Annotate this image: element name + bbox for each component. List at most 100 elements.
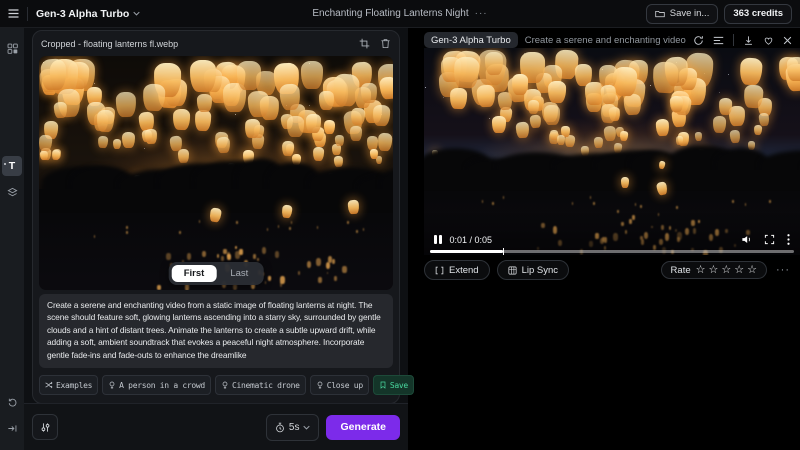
scene-art bbox=[356, 230, 358, 233]
more-options-button[interactable]: ··· bbox=[776, 264, 790, 276]
extend-label: Extend bbox=[449, 265, 479, 276]
duration-selector[interactable]: 5s bbox=[266, 414, 320, 441]
scene-art bbox=[515, 121, 528, 137]
examples-button[interactable]: Examples bbox=[39, 375, 98, 395]
scene-art bbox=[377, 133, 392, 152]
scene-art bbox=[253, 254, 256, 258]
reuse-settings-icon[interactable] bbox=[693, 35, 704, 46]
scene-art bbox=[179, 231, 181, 234]
star-icon[interactable]: ☆ bbox=[696, 265, 706, 276]
keyframe-tab-first[interactable]: First bbox=[172, 265, 217, 282]
details-list-icon[interactable] bbox=[713, 36, 724, 45]
folder-icon bbox=[655, 9, 665, 18]
scene-art bbox=[650, 85, 651, 86]
header-divider bbox=[27, 7, 28, 21]
scene-art bbox=[235, 114, 236, 115]
credits-label: 363 credits bbox=[733, 8, 783, 19]
fullscreen-icon[interactable] bbox=[764, 234, 775, 245]
scene-art bbox=[334, 156, 343, 168]
scene-art bbox=[695, 132, 703, 141]
scene-art bbox=[713, 116, 727, 133]
lip-sync-button[interactable]: Lip Sync bbox=[497, 260, 569, 280]
scene-art bbox=[221, 256, 224, 261]
scene-art bbox=[328, 256, 332, 263]
input-image-preview[interactable]: First Last bbox=[39, 56, 393, 290]
download-icon[interactable] bbox=[743, 35, 754, 46]
duration-value: 5s bbox=[289, 422, 300, 433]
sidebar-collapse-button[interactable] bbox=[2, 419, 22, 439]
scene-art bbox=[350, 108, 365, 126]
scene-art bbox=[173, 109, 190, 130]
star-icon[interactable]: ☆ bbox=[721, 265, 731, 276]
scene-art bbox=[787, 57, 800, 81]
lightbulb-icon bbox=[316, 381, 324, 389]
lightbulb-icon bbox=[108, 381, 116, 389]
input-card: Cropped - floating lanterns fl.webp Firs… bbox=[32, 30, 400, 404]
settings-button[interactable] bbox=[32, 414, 58, 440]
model-selector[interactable]: Gen-3 Alpha Turbo bbox=[36, 8, 140, 20]
scene-art bbox=[223, 249, 226, 254]
sidebar-item-text-tool[interactable]: T bbox=[2, 156, 22, 176]
composer-panel: Cropped - floating lanterns fl.webp Firs… bbox=[24, 27, 408, 450]
player-controls: 0:01 / 0:05 bbox=[424, 209, 800, 255]
keyframe-toggle: First Last bbox=[169, 262, 264, 285]
scene-art bbox=[122, 132, 135, 149]
app-window: Gen-3 Alpha Turbo Enchanting Floating La… bbox=[0, 0, 800, 450]
scene-art bbox=[313, 147, 325, 162]
video-progress-bar[interactable] bbox=[430, 250, 794, 253]
save-prompt-button[interactable]: Save bbox=[373, 375, 414, 395]
scene-art bbox=[565, 135, 576, 148]
generation-bar: 5s Generate bbox=[24, 403, 408, 450]
scene-art bbox=[477, 85, 496, 108]
scene-art bbox=[318, 277, 322, 283]
close-icon[interactable] bbox=[783, 36, 792, 45]
star-icon[interactable]: ☆ bbox=[734, 265, 744, 276]
video-player[interactable]: 0:01 / 0:05 bbox=[424, 48, 800, 255]
suggestion-chip-close-up[interactable]: Close up bbox=[310, 375, 369, 395]
chip-label: Examples bbox=[56, 381, 92, 390]
save-in-button[interactable]: Save in... bbox=[646, 4, 719, 24]
scene-art bbox=[590, 196, 592, 199]
volume-icon[interactable] bbox=[741, 234, 752, 245]
star-icon[interactable]: ☆ bbox=[747, 265, 757, 276]
sidebar-item-assets[interactable] bbox=[2, 38, 22, 58]
session-title-menu[interactable]: ··· bbox=[475, 8, 488, 19]
keyframe-tab-last[interactable]: Last bbox=[218, 265, 260, 282]
scene-art bbox=[287, 116, 304, 137]
star-icon[interactable]: ☆ bbox=[709, 265, 719, 276]
scene-art bbox=[244, 119, 260, 138]
scene-art bbox=[530, 115, 542, 129]
output-prompt-preview: Create a serene and enchanting video fro… bbox=[525, 35, 686, 46]
hamburger-icon[interactable] bbox=[8, 9, 19, 18]
scene-art bbox=[289, 227, 291, 230]
model-badge[interactable]: Gen-3 Alpha Turbo bbox=[424, 32, 518, 48]
scene-art bbox=[769, 200, 771, 203]
prompt-input[interactable]: Create a serene and enchanting video fro… bbox=[39, 294, 393, 368]
scene-art bbox=[619, 131, 628, 141]
heart-icon[interactable] bbox=[763, 35, 774, 46]
suggestion-chip-person-in-crowd[interactable]: A person in a crowd bbox=[102, 375, 211, 395]
model-selector-label: Gen-3 Alpha Turbo bbox=[36, 8, 129, 20]
scene-art bbox=[298, 271, 301, 275]
crop-icon[interactable] bbox=[359, 38, 370, 49]
sidebar-item-layers[interactable] bbox=[2, 182, 22, 202]
generate-button[interactable]: Generate bbox=[326, 415, 400, 440]
scene-art bbox=[142, 83, 165, 111]
scene-art bbox=[600, 84, 617, 104]
shuffle-icon bbox=[45, 381, 53, 389]
extend-button[interactable]: Extend bbox=[424, 260, 490, 280]
sidebar-item-history[interactable] bbox=[2, 393, 22, 413]
scene-art bbox=[600, 104, 616, 124]
kebab-icon[interactable] bbox=[787, 234, 790, 245]
trash-icon[interactable] bbox=[380, 38, 391, 49]
credits-button[interactable]: 363 credits bbox=[724, 4, 792, 24]
suggestion-chip-cinematic-drone[interactable]: Cinematic drone bbox=[215, 375, 306, 395]
pause-icon[interactable] bbox=[434, 235, 442, 244]
video-playhead[interactable] bbox=[503, 248, 505, 256]
chip-label: Cinematic drone bbox=[232, 381, 300, 390]
scene-art bbox=[367, 136, 378, 150]
scene-art bbox=[189, 60, 215, 92]
tool-sidebar: T bbox=[0, 27, 24, 450]
scene-art bbox=[655, 118, 669, 135]
scene-art bbox=[511, 74, 528, 95]
